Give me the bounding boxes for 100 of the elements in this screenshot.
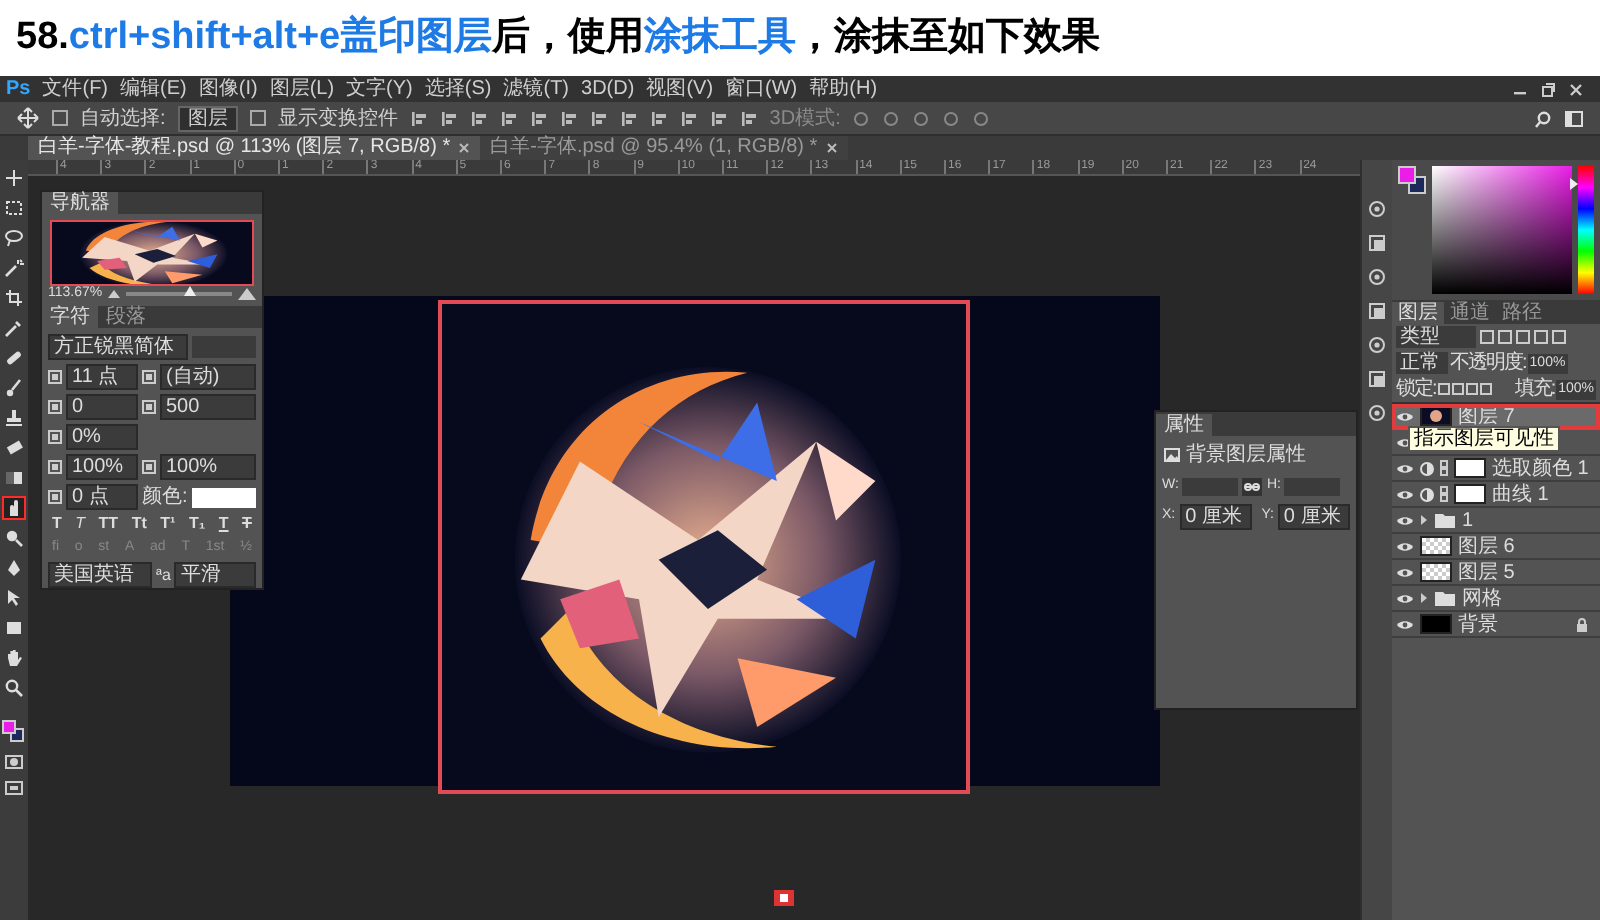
menu-item[interactable]: 图像(I): [192, 79, 264, 99]
layer-row[interactable]: 图层 7: [1392, 404, 1600, 430]
close-icon[interactable]: [825, 142, 838, 154]
filter-dropdown[interactable]: 类型: [1396, 326, 1476, 348]
panel-tab[interactable]: 图层: [1392, 302, 1444, 324]
text-style-button[interactable]: T: [75, 514, 86, 534]
move-icon[interactable]: [4, 168, 24, 188]
layer-row[interactable]: 网格: [1392, 586, 1600, 612]
color-field[interactable]: [1432, 166, 1572, 294]
restore-icon[interactable]: [1540, 81, 1556, 97]
align-icon[interactable]: [709, 109, 728, 127]
align-icon[interactable]: [529, 109, 548, 127]
align-icon[interactable]: [469, 109, 488, 127]
antialias-dropdown[interactable]: 平滑: [174, 562, 256, 588]
panel-tab[interactable]: 属性: [1156, 414, 1212, 436]
shift-field[interactable]: 0%: [66, 424, 138, 450]
panel-tab[interactable]: 段落: [98, 306, 154, 328]
brush-icon[interactable]: [4, 378, 24, 398]
hue-marker[interactable]: [1570, 177, 1578, 190]
wand-icon[interactable]: [4, 258, 24, 278]
panel-tab[interactable]: 通道: [1444, 302, 1496, 324]
channel-icon[interactable]: [774, 890, 794, 906]
text-style-button[interactable]: T: [52, 514, 62, 534]
document-tab[interactable]: 白羊-字体.psd @ 95.4% (1, RGB/8) *: [480, 136, 848, 160]
text-style-button[interactable]: T: [242, 514, 252, 534]
finger-icon[interactable]: [4, 498, 24, 518]
eye-icon[interactable]: [1396, 461, 1414, 475]
info-icon[interactable]: [1368, 200, 1386, 218]
eye-icon[interactable]: [1396, 591, 1414, 605]
document-tab[interactable]: 白羊-字体-教程.psd @ 113% (图层 7, RGB/8) *: [28, 136, 481, 160]
align-icon[interactable]: [739, 109, 758, 127]
panel-tab[interactable]: 导航器: [42, 192, 118, 214]
lasso-icon[interactable]: [4, 228, 24, 248]
eye-icon[interactable]: [1396, 617, 1414, 631]
checkbox[interactable]: [52, 110, 68, 126]
text-style-button[interactable]: T¹: [160, 514, 176, 534]
align-icon[interactable]: [679, 109, 698, 127]
text-style-button[interactable]: T₁: [188, 514, 206, 534]
history-icon[interactable]: [1368, 234, 1386, 252]
menu-item[interactable]: 帮助(H): [803, 79, 884, 99]
layer-row[interactable]: 背景: [1392, 612, 1600, 638]
paragraph-icon[interactable]: [1368, 336, 1386, 354]
link-icon[interactable]: [1242, 477, 1263, 496]
eye-icon[interactable]: [1396, 409, 1414, 423]
menu-item[interactable]: 视图(V): [640, 79, 720, 99]
kerning-field[interactable]: 0: [66, 394, 138, 420]
size-field[interactable]: 11 点: [66, 364, 138, 390]
hand-icon[interactable]: [4, 648, 24, 668]
x-field[interactable]: 0 厘米: [1179, 503, 1252, 529]
move-icon[interactable]: [16, 106, 40, 130]
panel-tab[interactable]: 字符: [42, 306, 98, 328]
menu-item[interactable]: 文件(F): [36, 79, 115, 99]
align-icon[interactable]: [409, 109, 428, 127]
search-icon[interactable]: [1534, 109, 1552, 127]
layer-row[interactable]: 选取颜色 1: [1392, 456, 1600, 482]
expand-arrow-icon[interactable]: [1420, 592, 1428, 604]
screen-mode-icon[interactable]: [4, 780, 24, 796]
rectangle-icon[interactable]: [4, 618, 24, 638]
align-icon[interactable]: [649, 109, 668, 127]
menu-item[interactable]: 3D(D): [575, 79, 641, 99]
crop-icon[interactable]: [4, 288, 24, 308]
text-style-button[interactable]: TT: [98, 514, 119, 534]
eye-icon[interactable]: [1396, 513, 1414, 527]
swatch-icon[interactable]: [1368, 404, 1386, 422]
stamp-icon[interactable]: [4, 408, 24, 428]
adjust-icon[interactable]: [1368, 370, 1386, 388]
language-dropdown[interactable]: 美国英语: [48, 562, 152, 588]
dodge-icon[interactable]: [4, 528, 24, 548]
menu-item[interactable]: 图层(L): [263, 79, 341, 99]
dropper-icon[interactable]: [4, 318, 24, 338]
text-style-button[interactable]: Tt: [131, 514, 147, 534]
zoom-slider[interactable]: [126, 291, 232, 296]
baseline-field[interactable]: 0 点: [66, 484, 138, 510]
pen-icon[interactable]: [4, 558, 24, 578]
foreground-color-swatch[interactable]: [2, 720, 16, 734]
arrow-icon[interactable]: [4, 588, 24, 608]
marquee-icon[interactable]: [4, 198, 24, 218]
color-swatch[interactable]: [191, 487, 256, 507]
menu-item[interactable]: 窗口(W): [719, 79, 804, 99]
menu-item[interactable]: 编辑(E): [114, 79, 193, 99]
width-field[interactable]: [1182, 477, 1239, 496]
close-icon[interactable]: [458, 142, 471, 154]
blend-mode-dropdown[interactable]: 正常: [1396, 352, 1448, 374]
checkbox[interactable]: [249, 110, 266, 126]
quick-mask-icon[interactable]: [4, 754, 24, 770]
layer-row[interactable]: 1: [1392, 508, 1600, 534]
leading-field[interactable]: (自动): [160, 364, 256, 390]
align-icon[interactable]: [589, 109, 608, 127]
text-style-button[interactable]: T: [218, 514, 229, 534]
target-dropdown[interactable]: 图层: [177, 105, 238, 131]
close-icon[interactable]: [1568, 81, 1584, 97]
slider-thumb[interactable]: [183, 285, 196, 296]
layer-row[interactable]: 图层 6: [1392, 534, 1600, 560]
workspace-icon[interactable]: [1564, 109, 1584, 127]
tracking-field[interactable]: 500: [160, 394, 256, 420]
menu-item[interactable]: 滤镜(T): [497, 79, 576, 99]
eye-icon[interactable]: [1396, 487, 1414, 501]
panel-tab[interactable]: 路径: [1496, 302, 1548, 324]
eye-icon[interactable]: [1396, 539, 1414, 553]
layer-row[interactable]: 曲线 1: [1392, 482, 1600, 508]
